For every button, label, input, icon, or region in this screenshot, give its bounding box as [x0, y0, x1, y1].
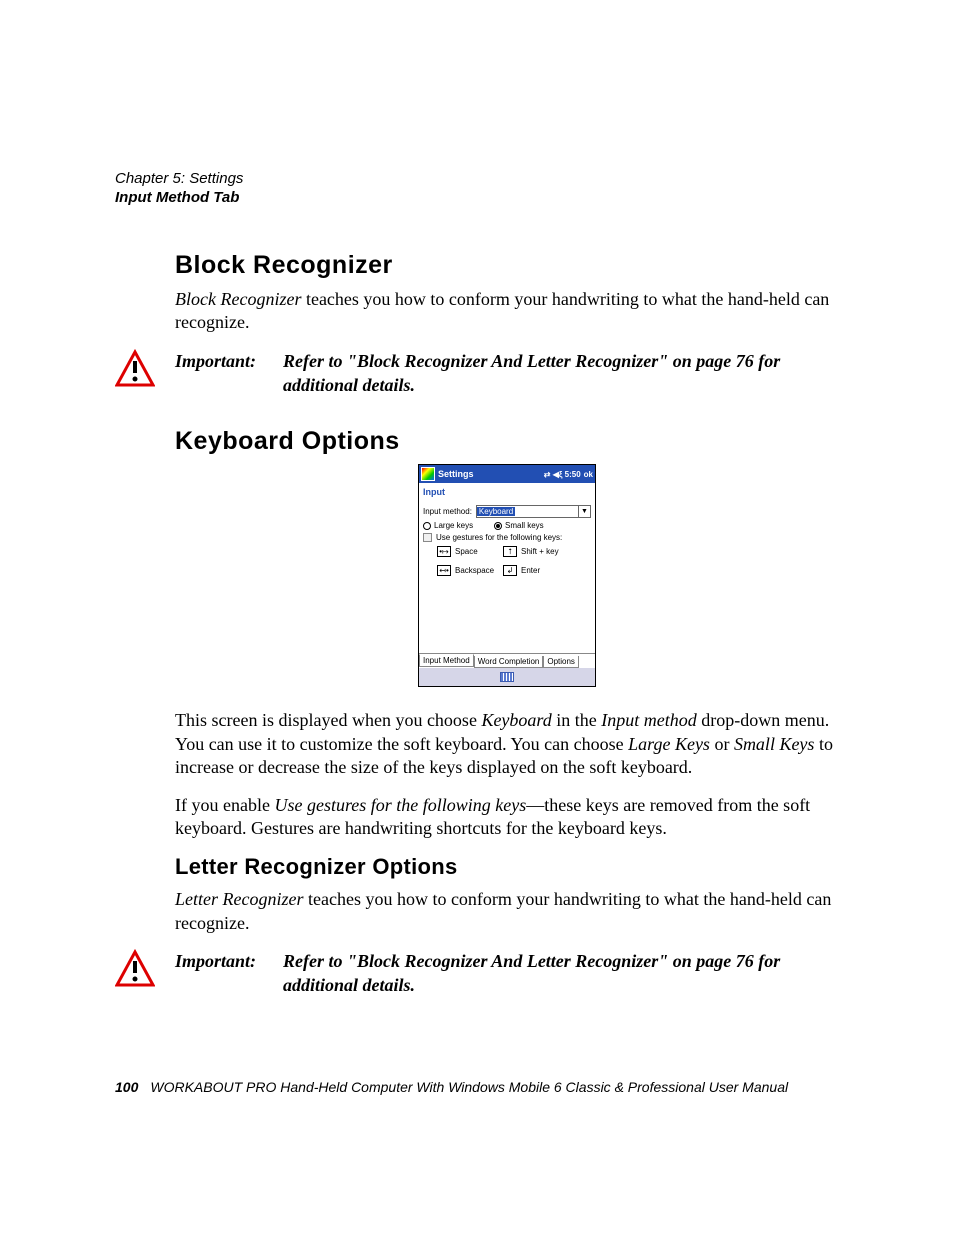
radio-small-keys[interactable]: [494, 522, 502, 530]
keyboard-icon[interactable]: [500, 672, 514, 682]
input-method-dropdown[interactable]: Keyboard ▼: [476, 505, 591, 518]
input-method-label: Input method:: [423, 507, 472, 516]
heading-letter-recognizer: Letter Recognizer Options: [175, 854, 839, 880]
letter-recognizer-em: Letter Recognizer: [175, 889, 303, 909]
gesture-backspace-label: Backspace: [455, 566, 503, 575]
keyboard-options-p2: If you enable Use gestures for the follo…: [175, 794, 839, 841]
important-label: Important:: [175, 349, 283, 398]
page-number: 100: [115, 1079, 138, 1095]
checkbox-gestures-label: Use gestures for the following keys:: [436, 533, 562, 542]
gesture-shift-label: Shift + key: [521, 547, 569, 556]
radio-large-label: Large keys: [434, 521, 494, 530]
important-block-2: Important: Refer to "Block Recognizer An…: [115, 949, 839, 998]
bottom-bar: [419, 668, 595, 686]
footer: 100 WORKABOUT PRO Hand-Held Computer With…: [115, 1079, 839, 1095]
dropdown-selected: Keyboard: [477, 507, 515, 516]
tab-input-method[interactable]: Input Method: [419, 654, 474, 667]
start-icon[interactable]: [421, 467, 435, 481]
checkbox-gestures[interactable]: [423, 533, 432, 542]
heading-keyboard-options: Keyboard Options: [175, 427, 839, 456]
device-subtitle: Input: [419, 483, 595, 505]
tab-word-completion[interactable]: Word Completion: [474, 656, 544, 668]
tabs: Input Method Word Completion Options: [419, 653, 595, 668]
important-text: Refer to "Block Recognizer And Letter Re…: [283, 949, 839, 998]
status-icons: ⇄ ◀ξ 5:50: [544, 470, 581, 479]
important-text: Refer to "Block Recognizer And Letter Re…: [283, 349, 839, 398]
device-titlebar: Settings ⇄ ◀ξ 5:50 ok: [419, 465, 595, 483]
radio-small-label: Small keys: [505, 521, 544, 530]
header-section: Input Method Tab: [115, 189, 839, 206]
warning-icon: [115, 376, 155, 393]
gesture-backspace-icon: ↤•: [437, 565, 451, 576]
screenshot: Settings ⇄ ◀ξ 5:50 ok Input Input method…: [175, 464, 839, 687]
tab-options[interactable]: Options: [543, 656, 579, 668]
block-recognizer-p1: Block Recognizer teaches you how to conf…: [175, 288, 839, 335]
radio-large-keys[interactable]: [423, 522, 431, 530]
gesture-enter-label: Enter: [521, 566, 569, 575]
gesture-shift-icon: ⭡: [503, 546, 517, 557]
gesture-space-label: Space: [455, 547, 503, 556]
ok-button[interactable]: ok: [584, 470, 593, 479]
chevron-down-icon[interactable]: ▼: [578, 506, 590, 517]
important-label: Important:: [175, 949, 283, 998]
warning-icon: [115, 976, 155, 993]
gesture-enter-icon: ↲: [503, 565, 517, 576]
important-block-1: Important: Refer to "Block Recognizer An…: [115, 349, 839, 398]
letter-recognizer-p1: Letter Recognizer teaches you how to con…: [175, 888, 839, 935]
gesture-space-icon: •↦: [437, 546, 451, 557]
block-recognizer-em: Block Recognizer: [175, 289, 301, 309]
header-chapter: Chapter 5: Settings: [115, 170, 839, 187]
footer-text: WORKABOUT PRO Hand-Held Computer With Wi…: [150, 1079, 788, 1095]
titlebar-title: Settings: [438, 469, 544, 479]
keyboard-options-p1: This screen is displayed when you choose…: [175, 709, 839, 779]
heading-block-recognizer: Block Recognizer: [175, 251, 839, 280]
